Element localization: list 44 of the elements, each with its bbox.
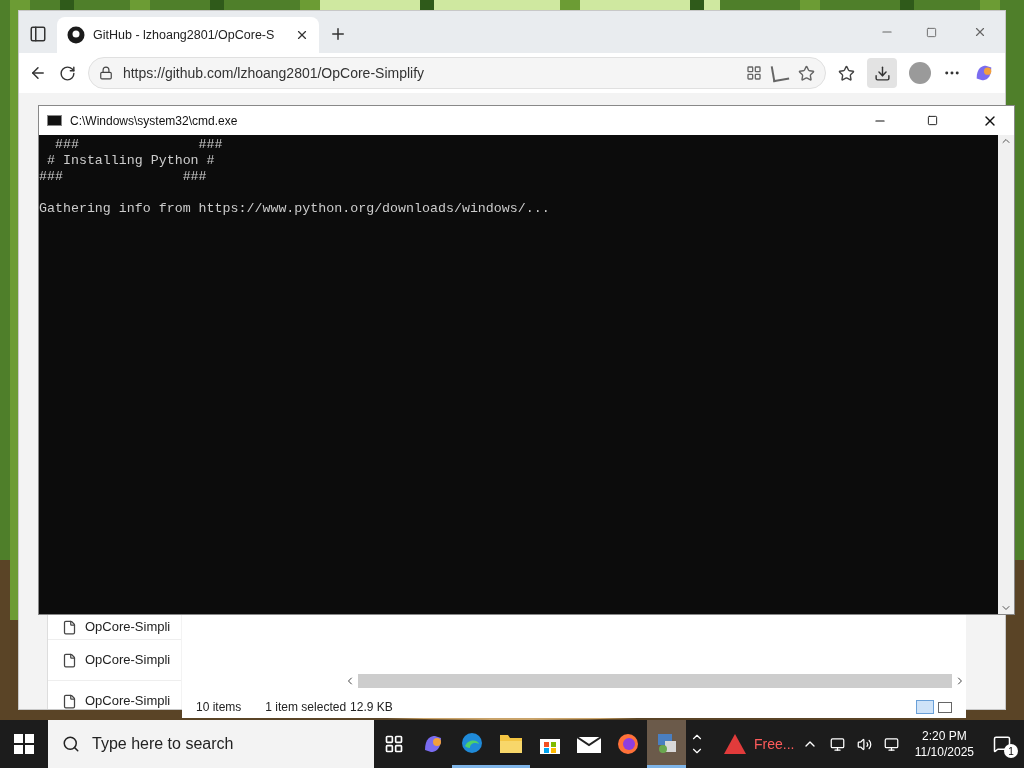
favorites-icon[interactable] <box>838 64 856 82</box>
lock-icon <box>98 66 113 80</box>
search-icon <box>62 735 80 753</box>
fox-icon <box>615 732 640 756</box>
envelope-icon <box>576 735 601 753</box>
file-item[interactable]: OpCore-Simpli <box>48 615 181 639</box>
download-icon <box>873 64 891 82</box>
file-icon <box>62 619 77 635</box>
console-icon <box>47 115 62 126</box>
status-text: 1 item selected <box>265 699 347 716</box>
status-text: 12.9 KB <box>350 699 393 716</box>
close-icon[interactable] <box>295 28 309 42</box>
console-output: ### ### # Installing Python # ### ### Gathering info from https://www.python.org/downloads/windows/... <box>39 136 551 218</box>
windows-logo-icon[interactable] <box>14 734 34 754</box>
task-view-icon <box>383 734 404 754</box>
reload-icon[interactable] <box>58 64 76 82</box>
speaker-icon[interactable] <box>856 736 872 752</box>
back-icon[interactable] <box>29 64 47 82</box>
thumbnail-view-icon[interactable] <box>938 701 952 713</box>
file-item[interactable]: OpCore-Simpli <box>48 639 181 680</box>
status-text: 10 items <box>196 699 242 716</box>
profile-avatar[interactable] <box>909 62 932 84</box>
alert-button[interactable]: Free... <box>724 733 795 755</box>
favorite-icon[interactable] <box>798 64 816 82</box>
horizontal-scrollbar[interactable] <box>357 674 953 688</box>
url-text: https://github.com/lzhoang2801/OpCore-Simplify <box>122 63 426 83</box>
network-icon[interactable] <box>883 736 899 752</box>
window-title: C:\Windows\system32\cmd.exe <box>70 112 239 130</box>
downloads-button[interactable] <box>867 58 898 88</box>
wave-icon <box>459 730 484 755</box>
apps-icon[interactable] <box>746 65 763 81</box>
maximize-icon[interactable] <box>927 115 938 126</box>
warning-icon <box>724 734 746 754</box>
search-field[interactable]: Type here to search <box>48 720 374 768</box>
browser-tab[interactable]: GitHub - lzhoang2801/OpCore-S <box>57 17 319 53</box>
notification-count: 1 <box>1004 744 1018 758</box>
tab-title: GitHub - lzhoang2801/OpCore-S <box>93 26 276 44</box>
notification-icon <box>993 735 1011 753</box>
new-tab-icon[interactable] <box>329 25 347 43</box>
tab-actions-icon[interactable] <box>29 25 47 43</box>
file-icon <box>62 693 77 709</box>
address-bar[interactable]: https://github.com/lzhoang2801/OpCore-Simplify <box>87 57 827 89</box>
clock[interactable]: 2:20 PM 11/10/2025 <box>914 728 974 760</box>
file-icon <box>62 652 77 668</box>
